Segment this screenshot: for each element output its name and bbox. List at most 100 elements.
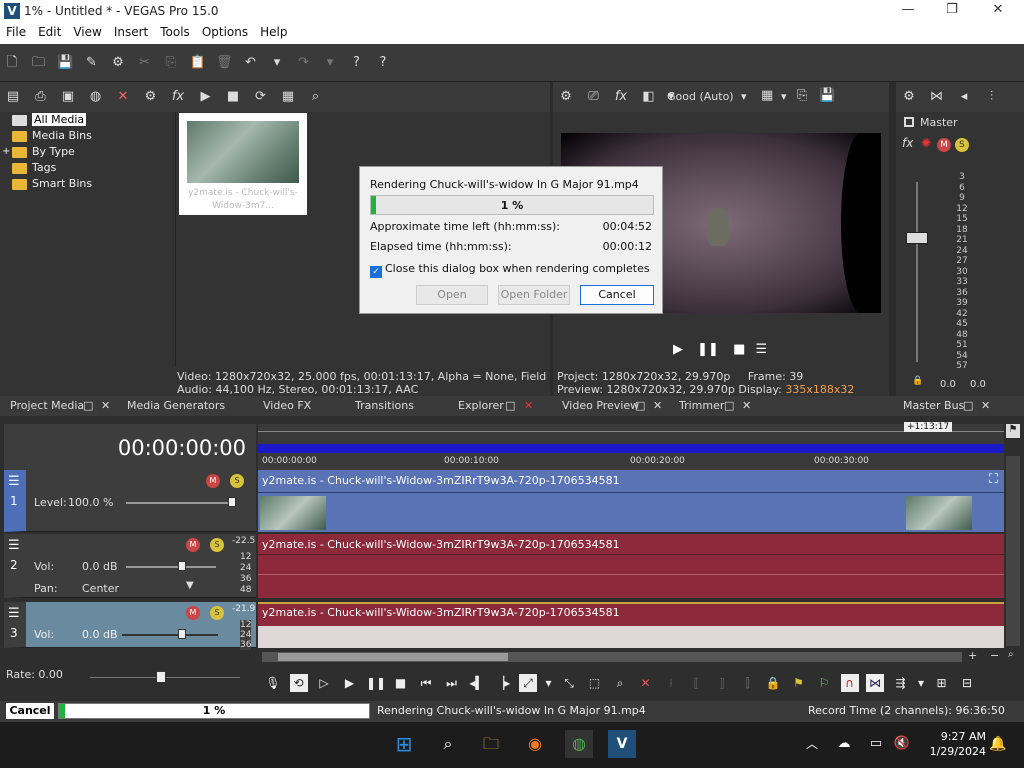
preview-menu-icon[interactable]: ☰: [756, 342, 768, 357]
stop-icon[interactable]: ■: [392, 674, 410, 692]
tab-close-icon[interactable]: ✕: [742, 399, 751, 412]
tab-media-generators[interactable]: Media Generators: [127, 399, 225, 412]
record-icon[interactable]: 🎙: [264, 674, 282, 692]
marker-bar[interactable]: [258, 424, 1004, 432]
timeline-ruler[interactable]: +1:13:17 00:00:00:00 00:00:10:00 00:00:2…: [258, 422, 1004, 470]
volume-muted-icon[interactable]: 🔇: [888, 730, 916, 758]
device-icon[interactable]: ⎚: [585, 88, 603, 106]
menu-file[interactable]: File: [0, 23, 32, 41]
trim-end-icon[interactable]: ⟧: [713, 674, 731, 692]
trim-start-icon[interactable]: ⟦: [688, 674, 706, 692]
minimize-button[interactable]: —: [888, 2, 928, 22]
solo-icon[interactable]: S: [210, 606, 224, 620]
zoom-in-icon[interactable]: +: [968, 649, 977, 662]
lock-icon[interactable]: 🔒: [764, 674, 782, 692]
marker-tool-icon[interactable]: ⚑: [1006, 424, 1020, 438]
tree-item-tags[interactable]: Tags: [10, 160, 170, 176]
chrome-icon[interactable]: ◍: [565, 730, 593, 758]
save-as-icon[interactable]: ✎: [84, 55, 100, 71]
loop-playback-icon[interactable]: ⟲: [289, 674, 308, 692]
go-to-end-icon[interactable]: ⏭: [443, 674, 461, 692]
mute-icon[interactable]: M: [186, 538, 200, 552]
insert-region-icon[interactable]: ⚐: [815, 674, 833, 692]
redo-icon[interactable]: ↷: [296, 55, 312, 71]
envelope-tool-icon[interactable]: ⤡: [560, 674, 578, 692]
preview-properties-icon[interactable]: ⚙: [557, 88, 575, 106]
audio-clip[interactable]: y2mate.is - Chuck-will's-Widow-3mZIRrT9w…: [258, 602, 1004, 648]
level-slider[interactable]: [126, 502, 236, 504]
master-lock-icon[interactable]: 🔒: [912, 376, 923, 386]
split-screen-icon[interactable]: ◧: [640, 88, 658, 106]
notification-bell-icon[interactable]: 🔔: [984, 730, 1012, 758]
rate-slider-knob[interactable]: [156, 671, 166, 683]
menu-options[interactable]: Options: [196, 23, 254, 41]
tab-project-media[interactable]: Project Media: [10, 399, 84, 412]
tab-close-icon[interactable]: ✕: [101, 399, 110, 412]
auto-crossfades-icon[interactable]: ⋈: [866, 674, 884, 692]
tab-close-icon[interactable]: ✕: [981, 399, 990, 412]
close-on-complete-checkbox[interactable]: ✓: [370, 266, 382, 278]
properties-gear-icon[interactable]: ⚙: [110, 55, 126, 71]
expand-plus-icon[interactable]: +: [2, 144, 10, 160]
zoom-tool-icon[interactable]: ⌕: [1008, 649, 1014, 660]
open-icon[interactable]: 🗀: [31, 55, 47, 71]
track-header-3[interactable]: ☰ 3 M S -21.9 Vol: 0.0 dB 12 24 36: [4, 602, 256, 650]
tab-maximize-icon[interactable]: □: [83, 399, 93, 412]
tab-trimmer[interactable]: Trimmer: [679, 399, 724, 412]
copy-icon[interactable]: ⎘: [163, 55, 179, 71]
level-slider-knob[interactable]: [228, 497, 236, 507]
play-from-start-icon[interactable]: ▷: [315, 674, 333, 692]
tab-transitions[interactable]: Transitions: [355, 399, 414, 412]
tab-maximize-icon[interactable]: □: [635, 399, 645, 412]
mute-icon[interactable]: M: [206, 474, 220, 488]
go-to-start-icon[interactable]: ⏮: [417, 674, 435, 692]
tab-master-bus[interactable]: Master Bus: [903, 399, 964, 412]
maximize-button[interactable]: ❐: [932, 2, 972, 22]
get-photo-icon[interactable]: ▣: [59, 88, 77, 106]
pan-crop-icon[interactable]: ⛶: [989, 472, 998, 487]
delete-icon[interactable]: 🗑: [216, 55, 233, 71]
save-icon[interactable]: 💾: [57, 55, 73, 71]
previous-frame-icon[interactable]: ◂▍: [468, 674, 486, 692]
master-gear-icon[interactable]: ✺: [921, 136, 931, 150]
selection-tool-icon[interactable]: ⬚: [586, 674, 604, 692]
audio-clip[interactable]: y2mate.is - Chuck-will's-Widow-3mZIRrT9w…: [258, 534, 1004, 598]
file-explorer-icon[interactable]: 🗀: [477, 730, 505, 758]
track-header-2[interactable]: ☰ 2 M S -22.5 Vol: 0.0 dB Pan: Center ▼ …: [4, 534, 256, 598]
volume-slider[interactable]: [122, 634, 218, 636]
tree-item-all-media[interactable]: All Media: [10, 112, 170, 128]
ripple-dropdown-icon[interactable]: ▾: [917, 674, 925, 692]
open-folder-button[interactable]: Open Folder: [498, 285, 570, 305]
vegas-taskbar-icon[interactable]: V: [608, 730, 636, 758]
preview-stop-button[interactable]: ■: [733, 342, 745, 357]
tab-maximize-icon[interactable]: □: [724, 399, 734, 412]
dim-output-icon[interactable]: ◂: [955, 88, 973, 106]
overlays-grid-icon[interactable]: ▦: [761, 88, 773, 103]
tree-item-smart-bins[interactable]: Smart Bins: [10, 176, 170, 192]
remove-icon[interactable]: ✕: [114, 88, 132, 106]
status-cancel-button[interactable]: Cancel: [6, 703, 54, 719]
preview-pause-button[interactable]: ❚❚: [697, 342, 719, 357]
search-icon[interactable]: ⌕: [307, 88, 325, 106]
horizontal-scrollbar[interactable]: [262, 652, 962, 662]
media-thumbnail[interactable]: y2mate.is - Chuck-will's-Widow-3m7...: [179, 113, 307, 215]
track-menu-icon[interactable]: ☰: [8, 606, 20, 621]
tab-close-icon[interactable]: ✕: [653, 399, 662, 412]
show-hidden-icons-chevron-icon[interactable]: ︿: [798, 730, 826, 758]
preview-play-button[interactable]: ▶: [673, 342, 683, 357]
track-menu-icon[interactable]: ☰: [8, 538, 20, 553]
pan-slider-knob[interactable]: ▼: [186, 580, 194, 591]
zoom-out-icon[interactable]: −: [990, 649, 999, 662]
delete-clip-icon[interactable]: ✕: [637, 674, 655, 692]
fx-icon[interactable]: fx: [169, 88, 187, 106]
solo-icon[interactable]: S: [954, 138, 969, 152]
snapping-icon[interactable]: ∩: [840, 674, 859, 692]
preview-quality-select[interactable]: Good (Auto): [667, 90, 734, 103]
pause-icon[interactable]: ❚❚: [366, 674, 386, 692]
next-frame-icon[interactable]: ▕▸: [494, 674, 512, 692]
views-icon[interactable]: ▦: [279, 88, 297, 106]
menu-insert[interactable]: Insert: [108, 23, 154, 41]
stop-icon[interactable]: ■: [224, 88, 242, 106]
save-snapshot-icon[interactable]: 💾: [819, 88, 835, 103]
track-menu-icon[interactable]: ☰: [8, 474, 20, 489]
